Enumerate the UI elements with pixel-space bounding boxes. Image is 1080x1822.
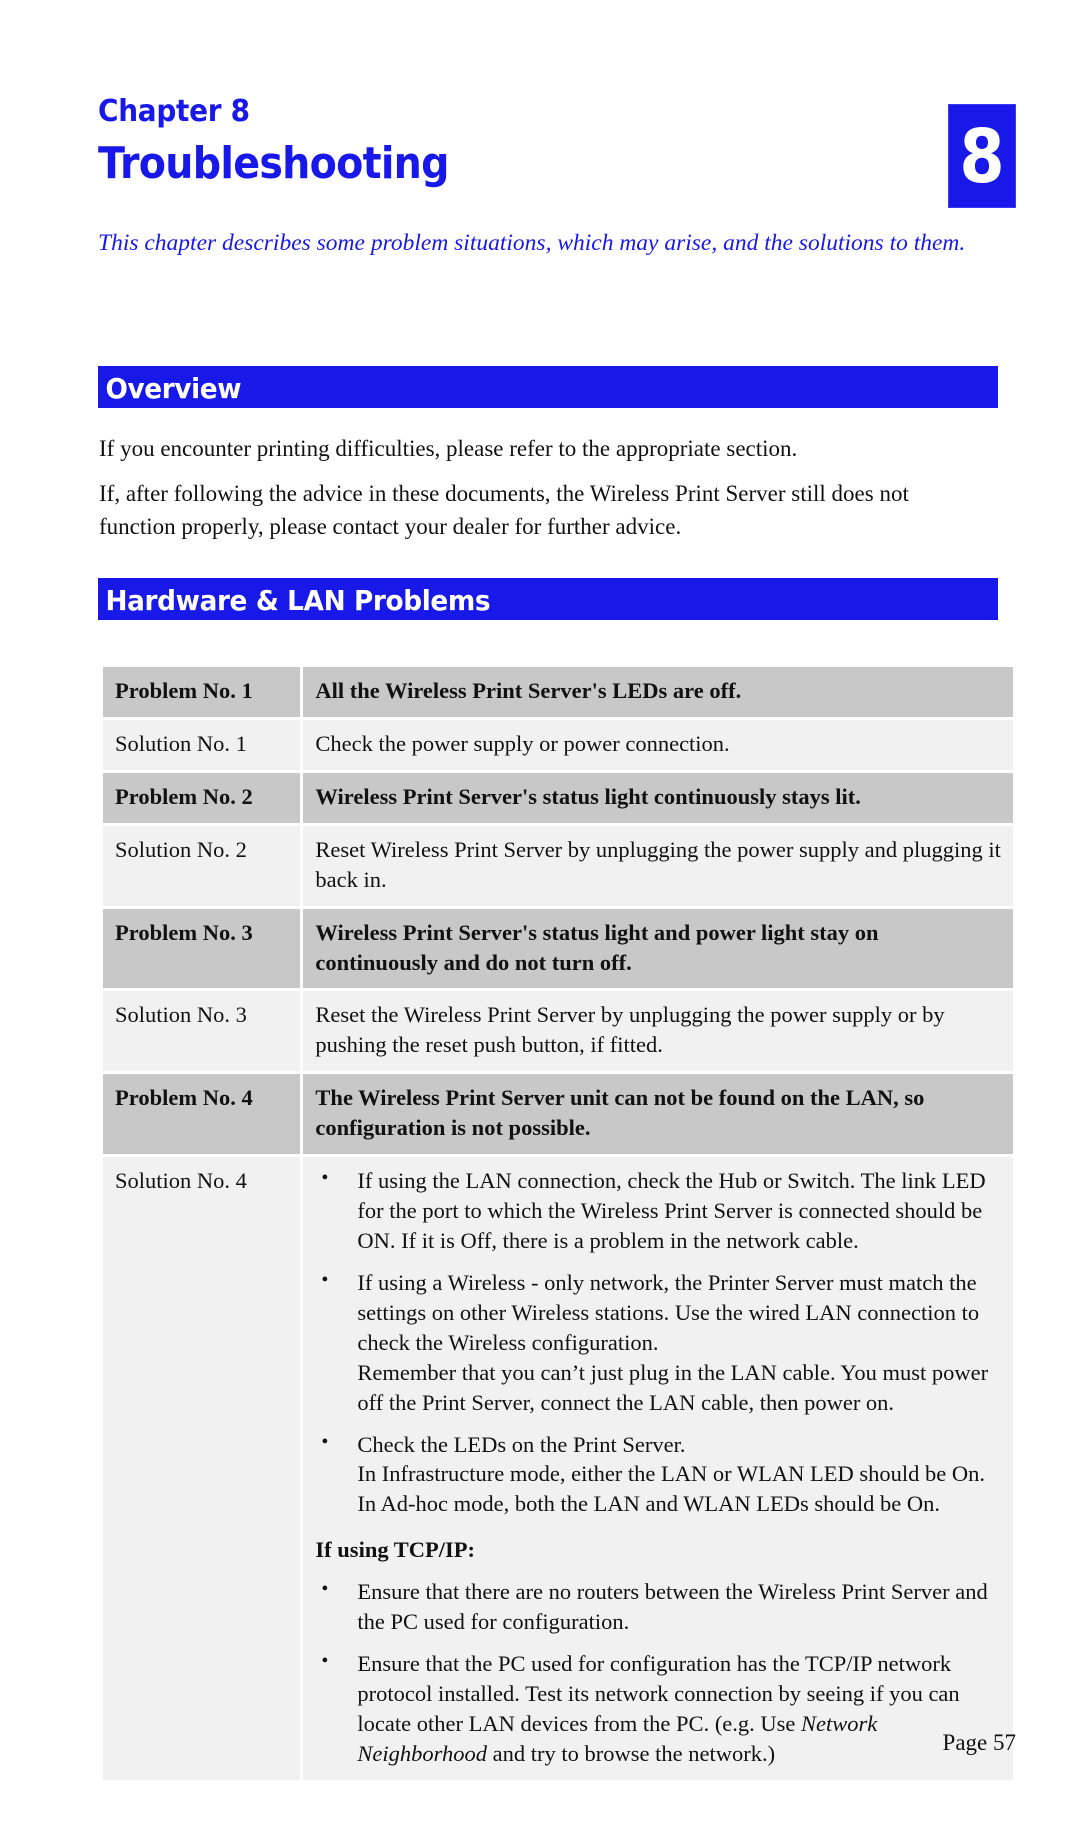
- section-heading-hardware-lan: Hardware & LAN Problems: [98, 578, 998, 620]
- chapter-label: Chapter 8: [98, 94, 250, 129]
- row-label: Problem No. 1: [103, 667, 301, 717]
- overview-paragraph-1: If you encounter printing difficulties, …: [99, 436, 798, 461]
- row-label: Problem No. 3: [103, 908, 301, 989]
- document-page: Chapter 8 Troubleshooting 8 This chapter…: [0, 0, 1080, 1822]
- problem-solution-table: Problem No. 1 All the Wireless Print Ser…: [100, 664, 1016, 1783]
- chapter-intro-text: This chapter describes some problem situ…: [98, 230, 966, 256]
- list-item: Ensure that the PC used for configuratio…: [315, 1648, 1001, 1769]
- row-label: Problem No. 4: [103, 1074, 301, 1155]
- section-heading-overview: Overview: [98, 366, 998, 408]
- chapter-number-badge: 8: [948, 104, 1016, 208]
- row-label: Solution No. 2: [103, 825, 301, 906]
- row-text: The Wireless Print Server unit can not b…: [303, 1074, 1013, 1155]
- list-item: Check the LEDs on the Print Server.In In…: [315, 1429, 1001, 1520]
- table-row-solution-4: Solution No. 4 If using the LAN connecti…: [103, 1157, 1013, 1780]
- table-row: Solution No. 3 Reset the Wireless Print …: [103, 991, 1013, 1072]
- table-row: Problem No. 4 The Wireless Print Server …: [103, 1074, 1013, 1155]
- page-title: Troubleshooting: [98, 137, 450, 189]
- footer-page-number: Page 57: [942, 1730, 1016, 1755]
- section-heading-overview-label: Overview: [105, 372, 242, 405]
- table-row: Solution No. 1 Check the power supply or…: [103, 719, 1013, 770]
- row-label: Solution No. 3: [103, 991, 301, 1072]
- table-row: Solution No. 2 Reset Wireless Print Serv…: [103, 825, 1013, 906]
- row-text: Reset Wireless Print Server by unpluggin…: [303, 825, 1013, 906]
- list-item-lead: Ensure that there are no routers between…: [357, 1579, 988, 1635]
- chapter-number-value: 8: [959, 114, 1005, 200]
- overview-paragraph-2: If, after following the advice in these …: [99, 481, 909, 539]
- list-item: If using a Wireless - only network, the …: [315, 1267, 1001, 1418]
- row-text: All the Wireless Print Server's LEDs are…: [303, 667, 1013, 717]
- row-label: Solution No. 4: [103, 1157, 301, 1780]
- row-text: Check the power supply or power connecti…: [303, 719, 1013, 770]
- problem-solution-table-body: Problem No. 1 All the Wireless Print Ser…: [103, 667, 1013, 1780]
- section-heading-hardware-lan-label: Hardware & LAN Problems: [105, 584, 491, 617]
- solution-4-bullet-list-tcpip: Ensure that there are no routers between…: [315, 1576, 1001, 1769]
- list-item-tail: and try to browse the network.): [487, 1740, 776, 1766]
- row-text: Wireless Print Server's status light and…: [303, 908, 1013, 989]
- table-row: Problem No. 1 All the Wireless Print Ser…: [103, 667, 1013, 717]
- row-text: Reset the Wireless Print Server by unplu…: [303, 991, 1013, 1072]
- table-row: Problem No. 2 Wireless Print Server's st…: [103, 772, 1013, 823]
- list-item: Ensure that there are no routers between…: [315, 1576, 1001, 1637]
- chapter-header: Chapter 8 Troubleshooting: [98, 96, 918, 188]
- row-label: Problem No. 2: [103, 772, 301, 823]
- row-text-rich: If using the LAN connection, check the H…: [303, 1157, 1013, 1780]
- solution-4-subheading: If using TCP/IP:: [315, 1537, 476, 1563]
- row-text: Wireless Print Server's status light con…: [303, 772, 1013, 823]
- row-label: Solution No. 1: [103, 719, 301, 770]
- solution-4-bullet-list-top: If using the LAN connection, check the H…: [315, 1165, 1001, 1520]
- list-item: If using the LAN connection, check the H…: [315, 1165, 1001, 1256]
- table-row: Problem No. 3 Wireless Print Server's st…: [103, 908, 1013, 989]
